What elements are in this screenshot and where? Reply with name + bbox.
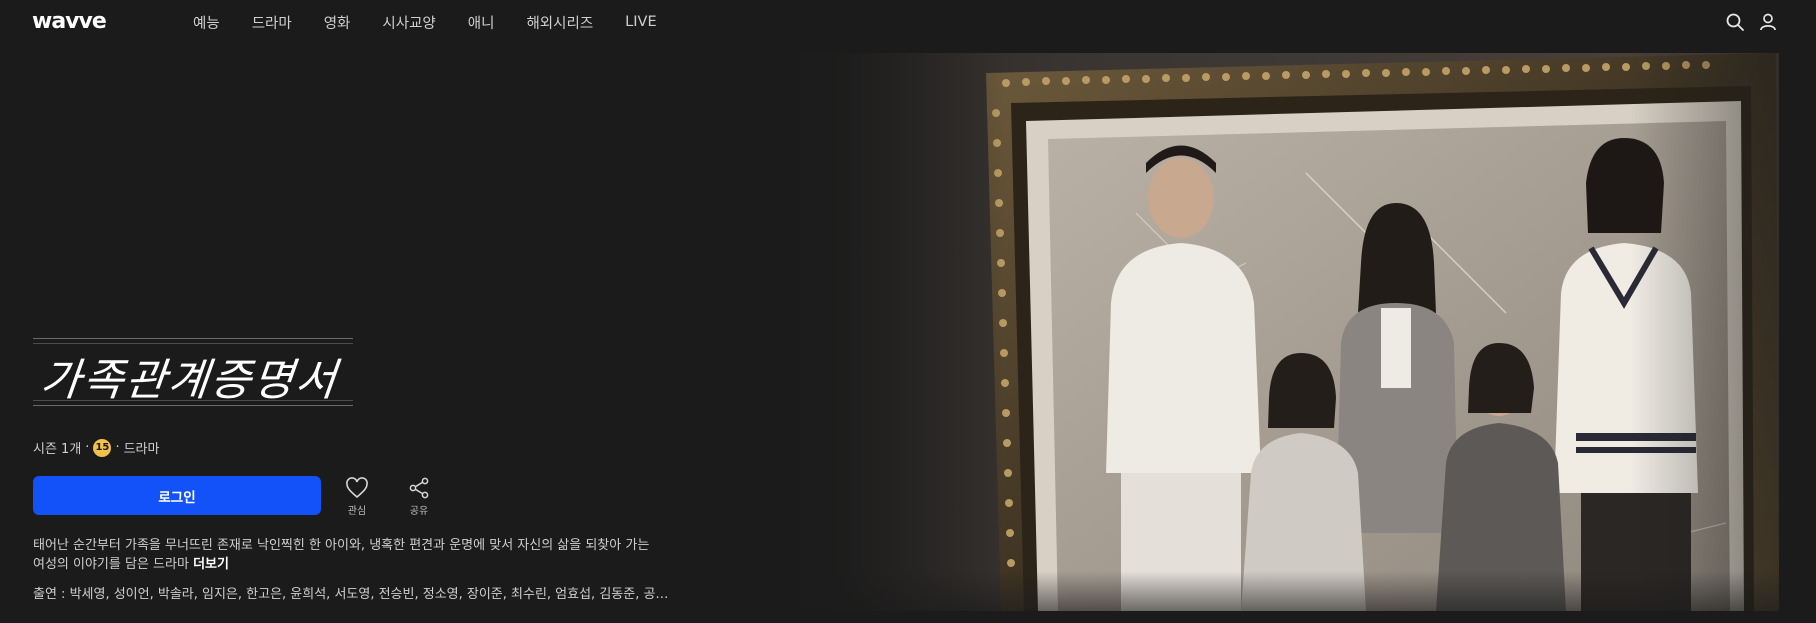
show-title: 가족관계증명서 [37,355,341,406]
hero-bottom-fade [786,571,1779,611]
nav-item-documentary[interactable]: 시사교양 [382,12,435,33]
heart-icon [346,477,368,499]
show-meta: 시즌 1개 · 15 · 드라마 [33,438,159,457]
search-icon[interactable] [1725,12,1745,32]
nav-item-movie[interactable]: 영화 [324,12,351,33]
cast-list: 박세영, 성이언, 박솔라, 임지은, 한고은, 윤희석, 서도영, 전승빈, … [69,587,669,602]
nav-item-variety[interactable]: 예능 [193,12,220,33]
share-icon [409,477,429,499]
hero-key-art [786,53,1779,611]
show-title-logo: 가족관계증명서 [33,338,353,406]
like-label: 관심 [347,506,367,517]
nav-item-live[interactable]: LIVE [625,14,656,30]
like-button[interactable]: 관심 [345,477,369,517]
cast-label: 출연 : [33,587,66,602]
user-icon[interactable] [1758,12,1778,32]
share-button[interactable]: 공유 [408,477,430,517]
login-button[interactable]: 로그인 [33,476,321,515]
nav-item-animation[interactable]: 애니 [468,12,495,33]
share-label: 공유 [409,506,429,517]
season-count: 시즌 1개 [33,442,82,457]
hero-left-fade [786,53,1779,611]
show-description: 태어난 순간부터 가족을 무너뜨린 존재로 낙인찍힌 한 아이와, 냉혹한 편견… [33,536,663,574]
wavve-logo[interactable]: wavve [32,9,107,34]
nav-item-overseas-series[interactable]: 해외시리즈 [526,12,593,33]
nav-item-drama[interactable]: 드라마 [252,12,292,33]
age-rating-badge: 15 [93,438,112,457]
more-link[interactable]: 더보기 [193,557,229,572]
meta-separator: · [115,440,120,455]
genre-label: 드라마 [123,442,160,457]
meta-separator: · [85,440,90,455]
main-nav: 예능 드라마 영화 시사교양 애니 해외시리즈 LIVE [193,0,689,44]
description-text: 태어난 순간부터 가족을 무너뜨린 존재로 낙인찍힌 한 아이와, 냉혹한 편견… [33,538,650,572]
cast-line: 출연 : 박세영, 성이언, 박솔라, 임지은, 한고은, 윤희석, 서도영, … [33,583,673,602]
top-header: wavve 예능 드라마 영화 시사교양 애니 해외시리즈 LIVE [0,0,1816,44]
